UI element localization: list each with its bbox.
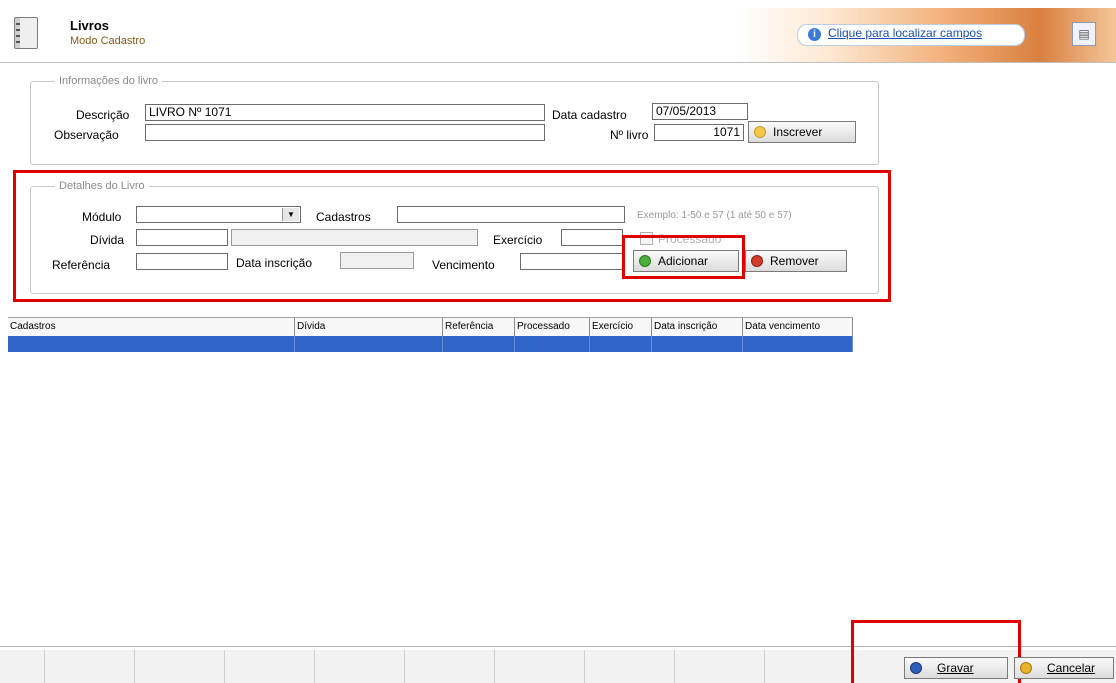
column-header-exercicio[interactable]: Exercício: [590, 318, 652, 336]
divida-label: Dívida: [90, 233, 125, 247]
grid-header: Cadastros Dívida Referência Processado E…: [8, 317, 853, 337]
info-icon: i: [808, 28, 821, 41]
locate-fields-link[interactable]: Clique para localizar campos: [828, 26, 982, 40]
data-inscricao-field: [340, 252, 414, 269]
referencia-label: Referência: [52, 258, 111, 272]
table-cell[interactable]: [8, 336, 295, 352]
table-row[interactable]: [8, 336, 853, 352]
remover-button[interactable]: Remover: [745, 250, 847, 272]
table-cell[interactable]: [515, 336, 590, 352]
inscrever-button[interactable]: Inscrever: [748, 121, 856, 143]
data-inscricao-label: Data inscrição: [236, 256, 313, 270]
status-cell: [224, 650, 315, 683]
modulo-select[interactable]: ▼: [136, 206, 301, 223]
cadastros-label: Cadastros: [316, 210, 371, 224]
observacao-input[interactable]: [145, 124, 545, 141]
remover-label: Remover: [770, 254, 819, 268]
column-header-processado[interactable]: Processado: [515, 318, 590, 336]
cadastros-example-hint: Exemplo: 1-50 e 57 (1 até 50 e 57): [637, 210, 792, 221]
status-cell: [44, 650, 135, 683]
divida-description-field: [231, 229, 478, 246]
divida-code-input[interactable]: [136, 229, 228, 246]
vencimento-input[interactable]: [520, 253, 624, 270]
column-header-divida[interactable]: Dívida: [295, 318, 443, 336]
descricao-input[interactable]: LIVRO Nº 1071: [145, 104, 545, 121]
arrow-right-icon: [754, 126, 766, 138]
search-window-icon[interactable]: ▤: [1072, 22, 1096, 46]
referencia-input[interactable]: [136, 253, 228, 270]
status-cell: [134, 650, 225, 683]
remove-icon: [751, 255, 763, 267]
gravar-highlight-box: [851, 620, 1021, 683]
cancelar-label: Cancelar: [1047, 661, 1096, 675]
chevron-down-icon[interactable]: ▼: [282, 208, 299, 221]
cancelar-button[interactable]: Cancelar: [1014, 657, 1114, 679]
modulo-label: Módulo: [82, 210, 122, 224]
status-cell: [494, 650, 585, 683]
cancel-icon: [1020, 662, 1032, 674]
details-group-legend: Detalhes do Livro: [59, 180, 145, 192]
status-cell: [674, 650, 765, 683]
column-header-data-inscricao[interactable]: Data inscrição: [652, 318, 743, 336]
vencimento-label: Vencimento: [432, 258, 495, 272]
column-header-referencia[interactable]: Referência: [443, 318, 515, 336]
table-cell[interactable]: [743, 336, 853, 352]
header-divider: [0, 62, 1116, 63]
table-cell[interactable]: [295, 336, 443, 352]
exercicio-input[interactable]: [561, 229, 623, 246]
info-group-legend: Informações do livro: [59, 75, 159, 87]
num-livro-input[interactable]: 1071: [654, 124, 744, 141]
adicionar-highlight-box: [622, 235, 745, 279]
column-header-cadastros[interactable]: Cadastros: [8, 318, 295, 336]
exercicio-label: Exercício: [493, 233, 543, 247]
inscrever-label: Inscrever: [773, 125, 823, 139]
data-cadastro-label: Data cadastro: [552, 108, 627, 122]
table-cell[interactable]: [443, 336, 515, 352]
num-livro-label: Nº livro: [610, 128, 649, 142]
status-cell: [0, 650, 45, 683]
table-cell[interactable]: [652, 336, 743, 352]
cadastros-input[interactable]: [397, 206, 625, 223]
column-header-data-vencimento[interactable]: Data vencimento: [743, 318, 853, 336]
status-cell: [584, 650, 675, 683]
status-cell: [404, 650, 495, 683]
observacao-label: Observação: [54, 128, 119, 142]
page-subtitle: Modo Cadastro: [70, 35, 146, 47]
table-cell[interactable]: [590, 336, 652, 352]
descricao-label: Descrição: [76, 108, 130, 122]
status-cell: [314, 650, 405, 683]
data-cadastro-input[interactable]: 07/05/2013: [652, 103, 748, 120]
book-icon: [14, 17, 38, 49]
page-title: Livros: [70, 18, 110, 33]
